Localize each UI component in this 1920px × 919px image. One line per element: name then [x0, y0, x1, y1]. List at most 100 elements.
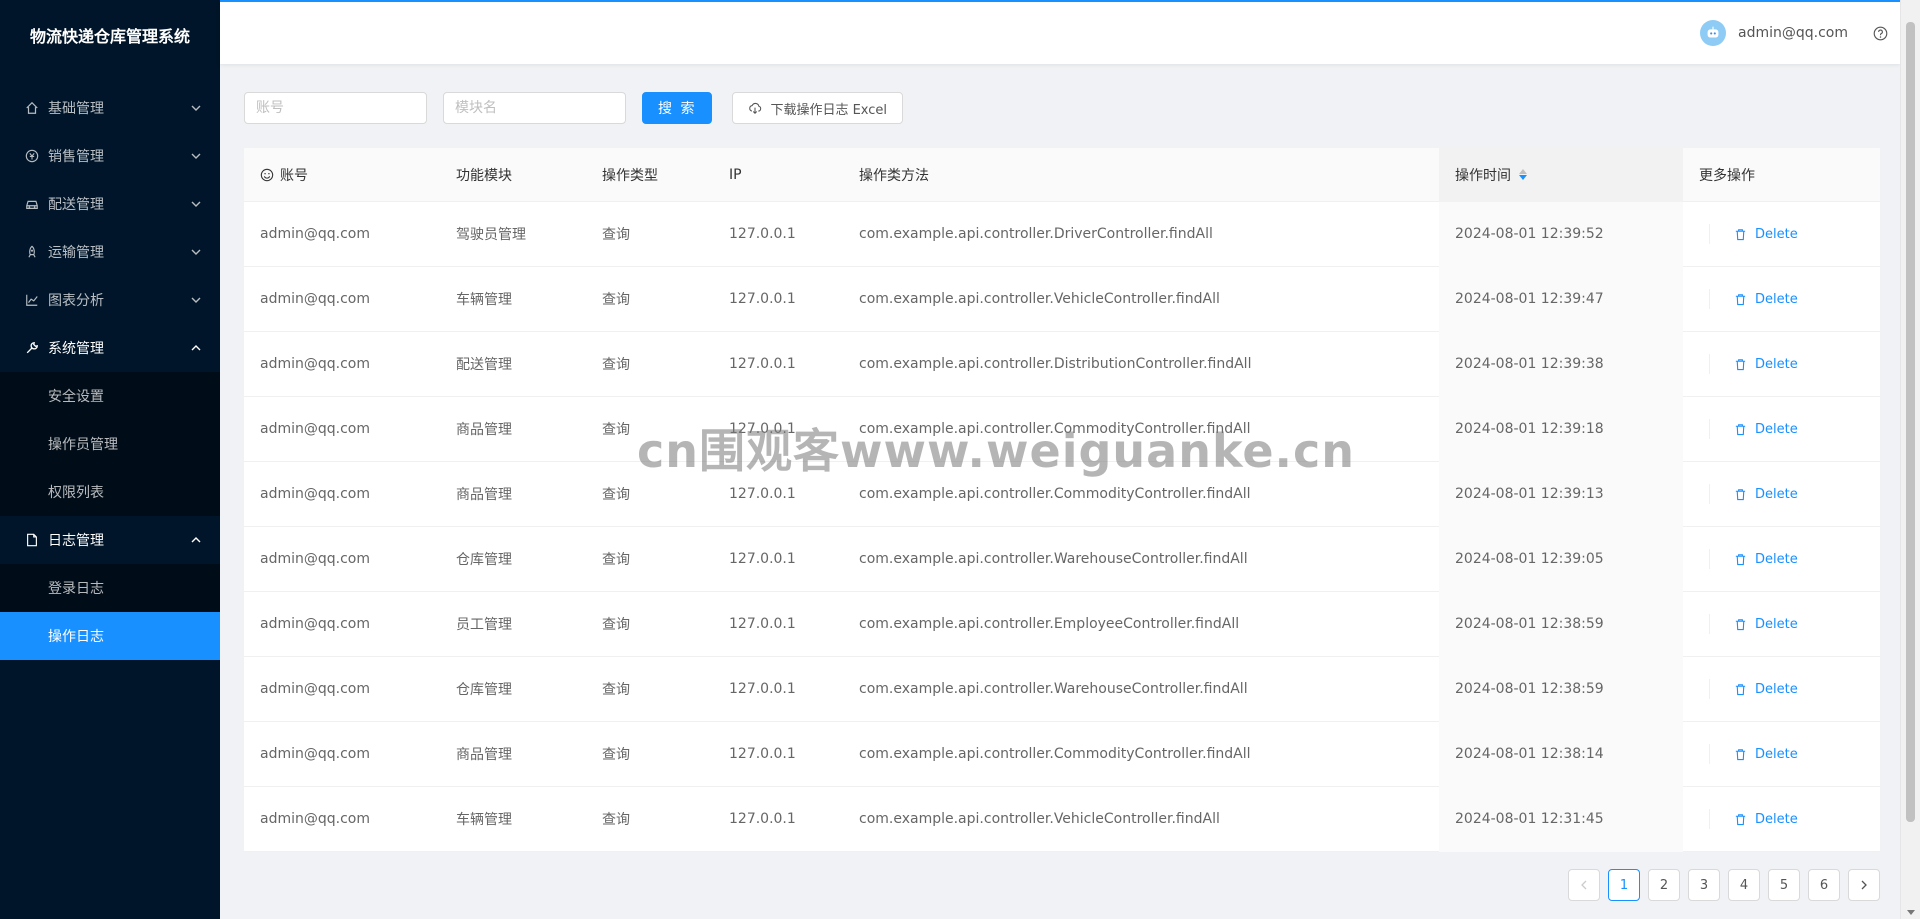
delete-label: Delete — [1755, 356, 1798, 372]
delete-cell: Delete — [1709, 549, 1798, 569]
page-button[interactable]: 4 — [1728, 869, 1760, 901]
car-icon — [24, 196, 40, 212]
delete-button[interactable]: Delete — [1734, 292, 1798, 307]
chevron-down-icon — [190, 246, 202, 258]
rocket-icon — [24, 244, 40, 260]
download-excel-button[interactable]: 下载操作日志 Excel — [732, 92, 904, 124]
sidebar-subitem-security[interactable]: 安全设置 — [0, 372, 220, 420]
delete-label: Delete — [1755, 681, 1798, 697]
cell-actions: Delete — [1683, 267, 1880, 332]
table-row: admin@qq.com 配送管理 查询 127.0.0.1 com.example.a… — [244, 331, 1880, 397]
cell-method: com.example.api.controller.WarehouseCont… — [859, 681, 1248, 697]
table-row: admin@qq.com 车辆管理 查询 127.0.0.1 com.example.a… — [244, 786, 1880, 852]
cell-ip: 127.0.0.1 — [729, 616, 796, 632]
delete-button[interactable]: Delete — [1734, 617, 1798, 632]
sidebar-item-charts[interactable]: 图表分析 — [0, 276, 220, 324]
chevron-down-icon — [190, 102, 202, 114]
delete-label: Delete — [1755, 551, 1798, 567]
cell-time: 2024-08-01 12:38:59 — [1439, 656, 1683, 722]
sort-icon[interactable] — [1519, 169, 1527, 180]
file-icon — [24, 532, 40, 548]
cell-actions: Delete — [1683, 527, 1880, 592]
account-search-input[interactable] — [244, 92, 427, 124]
sidebar-item-delivery[interactable]: 配送管理 — [0, 180, 220, 228]
sidebar-subitem-permissions[interactable]: 权限列表 — [0, 468, 220, 516]
cell-actions: Delete — [1683, 657, 1880, 722]
delete-button[interactable]: Delete — [1734, 552, 1798, 567]
help-icon[interactable] — [1872, 25, 1888, 41]
user-menu[interactable]: admin@qq.com — [1700, 20, 1888, 46]
page-button[interactable]: 3 — [1688, 869, 1720, 901]
sidebar-item-label: 销售管理 — [48, 149, 104, 165]
column-header-actions: 更多操作 — [1699, 167, 1755, 184]
sidebar-item-basic[interactable]: 基础管理 — [0, 84, 220, 132]
operation-log-table: 账号 功能模块 操作类型 IP 操作类方法 操作时间 更多操作 admin@qq… — [244, 147, 1880, 852]
delete-button[interactable]: Delete — [1734, 227, 1798, 242]
delete-button[interactable]: Delete — [1734, 812, 1798, 827]
delete-button[interactable]: Delete — [1734, 747, 1798, 762]
delete-label: Delete — [1755, 226, 1798, 242]
delete-cell: Delete — [1709, 744, 1798, 764]
delete-button[interactable]: Delete — [1734, 487, 1798, 502]
column-header-type: 操作类型 — [602, 167, 658, 184]
sidebar-subitem-operation-log[interactable]: 操作日志 — [0, 612, 220, 660]
table-row: admin@qq.com 车辆管理 查询 127.0.0.1 com.example.a… — [244, 266, 1880, 332]
cell-type: 查询 — [602, 747, 630, 763]
cell-account: admin@qq.com — [260, 421, 370, 437]
delete-button[interactable]: Delete — [1734, 682, 1798, 697]
cell-ip: 127.0.0.1 — [729, 551, 796, 567]
sidebar-item-logs[interactable]: 日志管理 — [0, 516, 220, 564]
search-button[interactable]: 搜 索 — [642, 92, 713, 124]
cell-module: 商品管理 — [456, 487, 512, 503]
sidebar-subitem-operators[interactable]: 操作员管理 — [0, 420, 220, 468]
sidebar-item-sales[interactable]: 销售管理 — [0, 132, 220, 180]
money-icon — [24, 148, 40, 164]
module-search-input[interactable] — [443, 92, 626, 124]
sidebar-subitem-login-log[interactable]: 登录日志 — [0, 564, 220, 612]
cell-actions: Delete — [1683, 332, 1880, 397]
page-button[interactable]: 1 — [1608, 869, 1640, 901]
user-name[interactable]: admin@qq.com — [1738, 25, 1848, 41]
cell-actions: Delete — [1683, 462, 1880, 527]
prev-page-button[interactable] — [1568, 869, 1600, 901]
next-page-button[interactable] — [1848, 869, 1880, 901]
sidebar-item-transport[interactable]: 运输管理 — [0, 228, 220, 276]
sidebar-item-system[interactable]: 系统管理 — [0, 324, 220, 372]
cell-method: com.example.api.controller.CommodityCont… — [859, 486, 1251, 502]
cell-module: 车辆管理 — [456, 292, 512, 308]
cell-actions: Delete — [1683, 787, 1880, 852]
cell-module: 商品管理 — [456, 422, 512, 438]
cell-type: 查询 — [602, 552, 630, 568]
trash-icon — [1734, 748, 1747, 761]
cell-module: 商品管理 — [456, 747, 512, 763]
delete-button[interactable]: Delete — [1734, 357, 1798, 372]
page-scrollbar[interactable] — [1900, 0, 1920, 919]
page-button[interactable]: 2 — [1648, 869, 1680, 901]
avatar[interactable] — [1700, 20, 1726, 46]
sidebar-item-label: 运输管理 — [48, 245, 104, 261]
header: admin@qq.com — [220, 0, 1900, 64]
scrollbar-thumb[interactable] — [1906, 22, 1915, 822]
cell-ip: 127.0.0.1 — [729, 681, 796, 697]
sidebar-item-label: 图表分析 — [48, 293, 104, 309]
cell-account: admin@qq.com — [260, 811, 370, 827]
cell-time: 2024-08-01 12:39:18 — [1439, 396, 1683, 462]
delete-cell: Delete — [1709, 614, 1798, 634]
cell-method: com.example.api.controller.CommodityCont… — [859, 421, 1251, 437]
column-header-time[interactable]: 操作时间 — [1439, 147, 1683, 202]
page-button[interactable]: 5 — [1768, 869, 1800, 901]
trash-icon — [1734, 293, 1747, 306]
pagination: 1 2 3 4 5 6 — [1560, 869, 1880, 901]
sidebar-item-label: 配送管理 — [48, 197, 104, 213]
cell-type: 查询 — [602, 682, 630, 698]
submenu-system: 安全设置 操作员管理 权限列表 — [0, 372, 220, 516]
page-button[interactable]: 6 — [1808, 869, 1840, 901]
column-header-module: 功能模块 — [456, 167, 512, 184]
delete-button[interactable]: Delete — [1734, 422, 1798, 437]
delete-cell: Delete — [1709, 484, 1798, 504]
cell-account: admin@qq.com — [260, 291, 370, 307]
scroll-down-arrow[interactable] — [1907, 910, 1915, 915]
trash-icon — [1734, 618, 1747, 631]
sidebar-item-label: 基础管理 — [48, 101, 104, 117]
cell-time: 2024-08-01 12:38:59 — [1439, 591, 1683, 657]
